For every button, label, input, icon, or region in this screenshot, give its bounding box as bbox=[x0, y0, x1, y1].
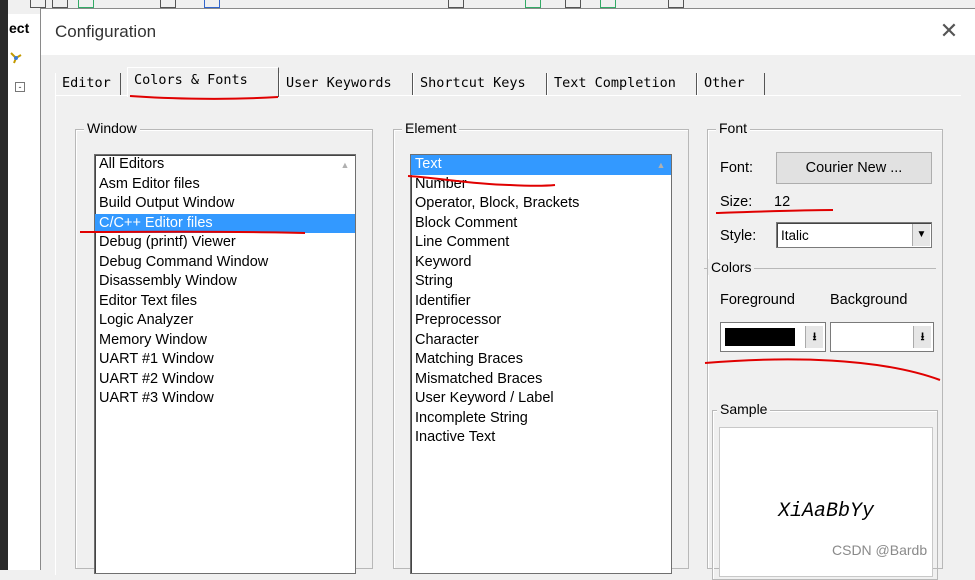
configuration-dialog: Configuration ✕ Editor Colors & Fonts Us… bbox=[40, 8, 975, 580]
background-label: Background bbox=[830, 292, 908, 308]
window-listbox[interactable]: All Editors Asm Editor files Build Outpu… bbox=[94, 154, 356, 574]
list-item[interactable]: Build Output Window bbox=[95, 194, 355, 214]
list-item[interactable]: Keyword bbox=[411, 253, 671, 273]
tab-text-completion[interactable]: Text Completion bbox=[547, 73, 697, 95]
toolbar-icon bbox=[668, 0, 684, 8]
list-item[interactable]: Editor Text files bbox=[95, 292, 355, 312]
list-item[interactable]: Preprocessor bbox=[411, 311, 671, 331]
title-bar: Configuration ✕ bbox=[41, 9, 975, 55]
list-item[interactable]: Inactive Text bbox=[411, 428, 671, 448]
toolbar-icon bbox=[600, 0, 616, 8]
toolbar-icon bbox=[30, 0, 46, 8]
chevron-down-icon[interactable]: ▼ bbox=[912, 224, 930, 246]
background-color-swatch bbox=[835, 328, 905, 346]
chevron-down-icon[interactable]: ⭳ bbox=[913, 326, 931, 348]
tree-expand-icon[interactable]: - bbox=[15, 82, 25, 92]
list-item[interactable]: All Editors bbox=[95, 155, 355, 175]
element-group: Element Text Number Operator, Block, Bra… bbox=[393, 120, 689, 574]
element-list: Text Number Operator, Block, Brackets Bl… bbox=[411, 155, 671, 448]
toolbar-icon bbox=[525, 0, 541, 8]
window-list: All Editors Asm Editor files Build Outpu… bbox=[95, 155, 355, 409]
list-item-selected[interactable]: Text bbox=[411, 155, 671, 175]
toolbar-icon bbox=[204, 0, 220, 8]
list-item[interactable]: Character bbox=[411, 331, 671, 351]
size-label: Size: bbox=[720, 194, 753, 210]
list-item[interactable]: Disassembly Window bbox=[95, 272, 355, 292]
list-item[interactable]: Identifier bbox=[411, 292, 671, 312]
ide-frame-edge bbox=[0, 0, 8, 570]
tab-shortcut-keys[interactable]: Shortcut Keys bbox=[413, 73, 547, 95]
style-label: Style: bbox=[720, 228, 757, 244]
tab-editor[interactable]: Editor bbox=[55, 73, 121, 95]
target-icon bbox=[10, 52, 22, 64]
tab-other[interactable]: Other bbox=[697, 73, 765, 95]
colors-group-label: Colors bbox=[708, 259, 755, 275]
element-listbox[interactable]: Text Number Operator, Block, Brackets Bl… bbox=[410, 154, 672, 574]
close-button[interactable]: ✕ bbox=[934, 17, 964, 47]
window-group-label: Window bbox=[84, 120, 140, 136]
foreground-color-select[interactable]: ⭳ bbox=[720, 322, 826, 352]
background-color-select[interactable]: ⭳ bbox=[830, 322, 934, 352]
element-group-label: Element bbox=[402, 120, 460, 136]
list-item[interactable]: Logic Analyzer bbox=[95, 311, 355, 331]
font-label: Font: bbox=[720, 160, 754, 176]
watermark: CSDN @Bardb bbox=[832, 542, 928, 558]
list-item[interactable]: Incomplete String bbox=[411, 409, 671, 429]
list-item[interactable]: User Keyword / Label bbox=[411, 389, 671, 409]
chevron-down-icon[interactable]: ⭳ bbox=[805, 326, 823, 348]
list-item[interactable]: String bbox=[411, 272, 671, 292]
toolbar-icon bbox=[52, 0, 68, 8]
list-item[interactable]: Block Comment bbox=[411, 214, 671, 234]
foreground-color-swatch bbox=[725, 328, 795, 346]
list-item[interactable]: Number bbox=[411, 175, 671, 195]
list-item-selected[interactable]: C/C++ Editor files bbox=[95, 213, 355, 233]
tab-user-keywords[interactable]: User Keywords bbox=[279, 73, 413, 95]
foreground-label: Foreground bbox=[720, 292, 795, 308]
tab-colors-fonts[interactable]: Colors & Fonts bbox=[127, 67, 279, 97]
list-item[interactable]: Asm Editor files bbox=[95, 175, 355, 195]
list-item[interactable]: Mismatched Braces bbox=[411, 370, 671, 390]
list-item[interactable]: Line Comment bbox=[411, 233, 671, 253]
size-value: 12 bbox=[774, 194, 791, 210]
list-item[interactable]: UART #2 Window bbox=[95, 370, 355, 390]
font-group-label: Font bbox=[716, 120, 751, 136]
style-select[interactable]: Italic ▼ bbox=[776, 222, 932, 248]
list-item[interactable]: Matching Braces bbox=[411, 350, 671, 370]
dialog-title: Configuration bbox=[55, 22, 157, 41]
style-select-value: Italic bbox=[781, 228, 809, 243]
scroll-up-icon[interactable]: ▲ bbox=[337, 157, 353, 173]
project-panel-title: ect bbox=[9, 20, 30, 36]
list-item[interactable]: UART #1 Window bbox=[95, 350, 355, 370]
colors-group: Colors bbox=[704, 259, 936, 275]
toolbar-icon bbox=[565, 0, 581, 8]
font-group: Font Font: Courier New ... Size: 12 Styl… bbox=[704, 120, 943, 580]
window-group: Window All Editors Asm Editor files Buil… bbox=[75, 120, 373, 574]
list-item[interactable]: Memory Window bbox=[95, 331, 355, 351]
scroll-up-icon[interactable]: ▲ bbox=[653, 157, 669, 173]
toolbar-icon bbox=[160, 0, 176, 8]
list-item[interactable]: Debug (printf) Viewer bbox=[95, 233, 355, 253]
toolbar-icon bbox=[448, 0, 464, 8]
list-item[interactable]: UART #3 Window bbox=[95, 389, 355, 409]
sample-group-label: Sample bbox=[717, 401, 771, 417]
list-item[interactable]: Debug Command Window bbox=[95, 253, 355, 273]
toolbar-icon bbox=[78, 0, 94, 8]
list-item[interactable]: Operator, Block, Brackets bbox=[411, 194, 671, 214]
sample-text: XiAaBbYy bbox=[777, 500, 874, 523]
font-select-button[interactable]: Courier New ... bbox=[776, 152, 932, 184]
